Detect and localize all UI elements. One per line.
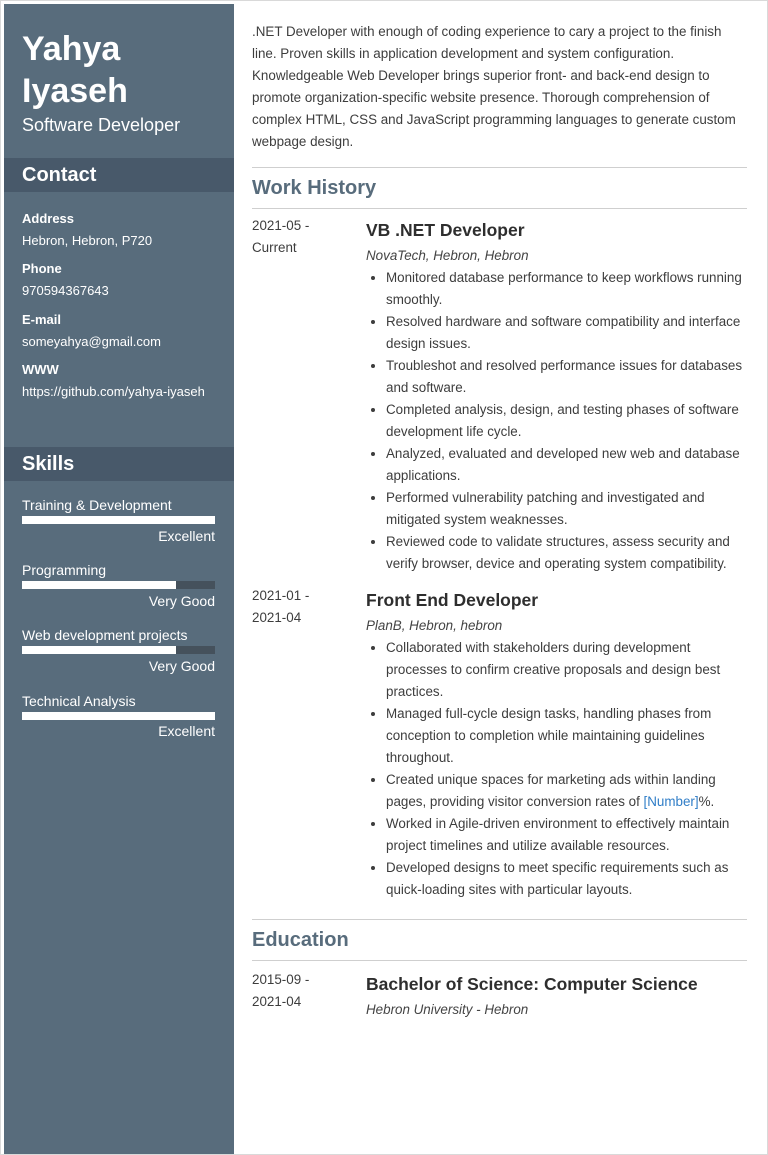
address-label: Address [22,211,75,226]
job-dates: 2021-01 - 2021-04 [252,585,352,629]
duty-item: Completed analysis, design, and testing … [386,399,748,443]
duty-item: Troubleshot and resolved performance iss… [386,355,748,399]
resume-page: Yahya Iyaseh Software Developer Contact A… [0,0,768,1155]
skill-bar [22,581,215,589]
company-name: PlanB, Hebron, hebron [366,618,503,633]
candidate-name: Yahya Iyaseh [22,28,128,112]
summary-paragraph: .NET Developer with enough of coding exp… [252,24,722,61]
date-start: 2015-09 - [252,972,310,987]
skill-level: Very Good [148,593,215,609]
duty-item: Resolved hardware and software compatibi… [386,311,748,355]
skill-bar [22,712,215,720]
email-label: E-mail [22,312,62,327]
duty-item: Created unique spaces for marketing ads … [386,769,748,813]
job-entry: 2021-01 - 2021-04 Front End Developer Pla… [252,585,748,901]
www-link[interactable]: https://github.com/yahya-iyaseh [22,381,212,403]
duties-list: Monitored database performance to keep w… [366,267,748,575]
education-details: Bachelor of Science: Computer Science He… [366,969,748,1021]
duty-item: Managed full-cycle design tasks, handlin… [386,703,748,769]
phone-label: Phone [22,261,62,276]
date-end: Current [252,240,297,255]
address-value: Hebron, Hebron, P720 [22,233,153,248]
job-title: VB .NET Developer [366,220,525,240]
skills-heading: Skills [4,447,234,481]
skill-bar-fill [22,516,215,524]
email-value: someyahya@gmail.com [22,334,161,349]
education-entry: 2015-09 - 2021-04 Bachelor of Science: Co… [252,969,748,1021]
sidebar: Yahya Iyaseh Software Developer Contact A… [4,4,234,1154]
skill-bar-fill [22,581,177,589]
skill-level: Excellent [158,528,215,544]
skill-bar-fill [22,712,215,720]
duty-item: Monitored database performance to keep w… [386,267,748,311]
skill-level: Excellent [158,723,215,739]
divider [252,208,747,209]
phone-value: 970594367643 [22,283,109,298]
skill-bar [22,646,215,654]
job-role: Software Developer [22,115,181,135]
duty-item: Developed designs to meet specific requi… [386,857,748,901]
duty-item: Worked in Agile-driven environment to ef… [386,813,748,857]
school: Hebron University - Hebron [366,1002,529,1017]
skill-name: Technical Analysis [22,693,136,709]
duties-list: Collaborated with stakeholders during de… [366,637,748,901]
last-name: Iyaseh [22,72,128,110]
duty-item: Reviewed code to validate structures, as… [386,531,748,575]
skill-name: Training & Development [22,497,172,513]
job-details: Front End Developer PlanB, Hebron, hebro… [366,585,748,901]
company-name: NovaTech, Hebron, Hebron [366,248,529,263]
summary-paragraph: Knowledgeable Web Developer brings super… [252,68,736,149]
job-dates: 2021-05 - Current [252,215,352,259]
skill-bar [22,516,215,524]
divider [252,960,747,961]
date-end: 2021-04 [252,610,302,625]
work-history-heading: Work History [252,177,377,199]
contact-heading: Contact [4,158,234,192]
job-details: VB .NET Developer NovaTech, Hebron, Hebr… [366,215,748,575]
skill-name: Web development projects [22,627,188,643]
duty-item: Collaborated with stakeholders during de… [386,637,748,703]
duty-text-suffix: %. [698,794,715,809]
job-entry: 2021-05 - Current VB .NET Developer NovaT… [252,215,748,575]
duty-item: Performed vulnerability patching and inv… [386,487,748,531]
number-placeholder: [Number] [643,794,699,809]
degree: Bachelor of Science: Computer Science [366,974,698,994]
date-end: 2021-04 [252,994,302,1009]
job-title: Front End Developer [366,590,539,610]
www-label: WWW [22,362,59,377]
date-start: 2021-01 - [252,588,310,603]
education-dates: 2015-09 - 2021-04 [252,969,352,1013]
skill-level: Very Good [148,658,215,674]
education-heading: Education [252,929,349,951]
skill-name: Programming [22,562,107,578]
skill-bar-fill [22,646,177,654]
first-name: Yahya [22,30,121,68]
duty-item: Analyzed, evaluated and developed new we… [386,443,748,487]
main-content: .NET Developer with enough of coding exp… [252,21,748,1021]
date-start: 2021-05 - [252,218,310,233]
professional-summary: .NET Developer with enough of coding exp… [252,21,748,153]
